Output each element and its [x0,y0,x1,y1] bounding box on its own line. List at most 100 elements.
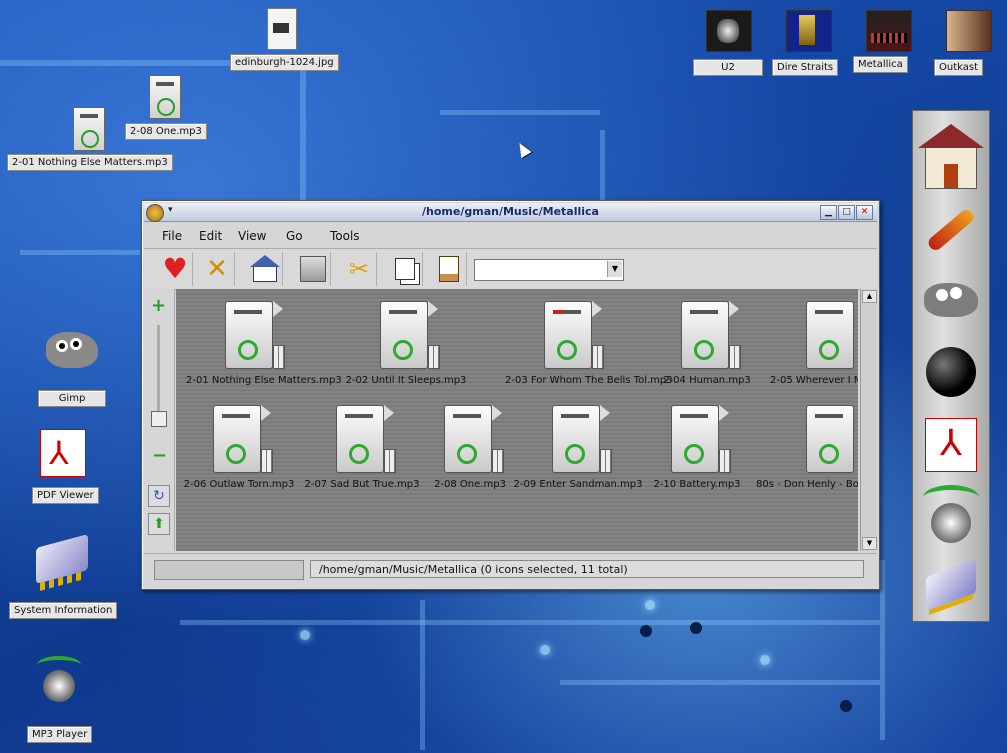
window-title: /home/gman/Music/Metallica [422,205,599,218]
audio-file-icon [796,301,858,373]
zoom-slider[interactable] [151,325,167,427]
mouse-cursor-icon [514,139,532,159]
file-icon[interactable]: 2-02 Until It Sleeps.mp3 [341,301,471,386]
launcher-mp3-player[interactable]: MP3 Player [25,652,97,747]
file-icon[interactable]: 2-05 Wherever I Ma [768,301,858,386]
album-cover-icon [866,10,912,52]
desktop-file-label: edinburgh-1024.jpg [230,54,339,71]
refresh-icon[interactable]: ↻ [148,485,170,507]
dock-gecko[interactable] [917,201,985,259]
audio-file-icon [434,405,506,477]
status-progress [154,560,304,580]
combo-dropdown-icon[interactable]: ▼ [607,261,622,277]
album-outkast[interactable]: Outkast [934,10,1004,80]
cut-button[interactable]: ✂ [342,252,377,286]
menu-bar: File Edit View Go Tools [144,223,877,247]
minimize-button[interactable]: ▁ [820,205,837,220]
vertical-scrollbar[interactable]: ▲ ▼ [860,289,877,551]
album-label: Metallica [853,56,908,73]
copy-button[interactable] [388,252,423,286]
desktop-file-mp3[interactable]: 2-01 Nothing Else Matters.mp3 [7,107,173,175]
pdf-icon: ⅄ [925,418,977,472]
audio-file-icon [671,301,743,373]
pdf-icon: ⅄ [40,429,86,477]
launcher-label: MP3 Player [27,726,93,743]
launcher-label: Gimp [38,390,106,407]
bookmark-button[interactable]: ♥ [158,252,193,286]
speaker-icon [33,656,85,708]
file-icon[interactable]: 2-04 Human.mp3 [642,301,772,386]
menu-view[interactable]: View [238,229,266,243]
bomb-icon [926,347,976,397]
file-manager-window: ▾ /home/gman/Music/Metallica ▁ □ ✕ File … [141,200,880,590]
file-name: 2-03 For Whom The Bells Tol.mp3 [505,375,673,386]
chip-icon [36,534,88,591]
album-dire-straits[interactable]: Dire Straits [772,10,844,80]
album-u2[interactable]: U2 [693,10,763,80]
home-button[interactable] [248,252,283,286]
album-label: Outkast [934,59,984,76]
menu-edit[interactable]: Edit [199,229,222,243]
launcher-pdf-viewer[interactable]: ⅄ PDF Viewer [32,425,104,510]
album-label: Dire Straits [772,59,839,76]
audio-file-icon [542,405,614,477]
title-bar[interactable]: ▾ /home/gman/Music/Metallica ▁ □ ✕ [144,203,877,222]
audio-file-icon [370,301,442,373]
chip-icon [926,558,976,612]
file-icon[interactable]: 2-03 For Whom The Bells Tol.mp3 [505,301,673,386]
home-icon [250,255,280,282]
file-icon[interactable]: 2-10 Battery.mp3 [632,405,762,490]
file-icon[interactable]: 2-06 Outlaw Torn.mp3 [174,405,304,490]
terminal-icon [300,256,326,282]
dock-mp3-player[interactable] [917,485,985,545]
file-icon[interactable]: 2-09 Enter Sandman.mp3 [513,405,643,490]
file-name: 2-10 Battery.mp3 [653,479,741,490]
album-metallica[interactable]: Metallica [853,10,923,80]
copy-icon [395,258,415,280]
paste-button[interactable] [432,252,467,286]
dock-bomb[interactable] [917,343,985,401]
file-icon[interactable]: 80s - Don Henly - Bo [754,405,858,490]
dock-home[interactable] [917,124,985,189]
scroll-up-icon[interactable]: ▲ [862,290,877,303]
menu-go[interactable]: Go [286,229,303,243]
menu-file[interactable]: File [162,229,182,243]
cancel-button[interactable]: ✕ [200,252,235,286]
parent-folder-icon[interactable]: ⬆ [148,513,170,535]
zoom-in-icon[interactable]: + [151,295,166,316]
toolbar: ♥ ✕ ✂ ▼ [144,248,877,290]
dock-gimp[interactable] [917,271,985,329]
dock-pdf-viewer[interactable]: ⅄ [917,416,985,474]
zoom-out-icon[interactable]: − [152,445,167,466]
album-cover-icon [706,10,752,52]
maximize-button[interactable]: □ [838,205,855,220]
audio-file-icon [215,301,287,373]
launcher-system-information[interactable]: System Information [8,534,118,623]
launcher-label: System Information [9,602,118,619]
scroll-down-icon[interactable]: ▼ [862,537,877,550]
audio-file-icon [534,301,606,373]
audio-file-icon [796,405,858,477]
audio-file-icon [73,107,105,151]
gecko-icon [925,207,977,253]
path-combo-box[interactable]: ▼ [474,259,624,281]
terminal-button[interactable] [296,252,331,286]
launcher-gimp[interactable]: Gimp [36,326,108,412]
close-button[interactable]: ✕ [856,205,873,220]
file-name: 80s - Don Henly - Bo [756,479,858,490]
status-text: /home/gman/Music/Metallica (0 icons sele… [310,560,864,578]
heart-icon: ♥ [162,252,188,285]
desktop-file-label: 2-01 Nothing Else Matters.mp3 [7,154,173,171]
file-icon[interactable]: 2-01 Nothing Else Matters.mp3 [186,301,342,386]
launcher-dock: ⅄ [912,110,990,622]
dock-system-information[interactable] [917,556,985,614]
paste-icon [439,256,459,282]
gimp-icon [46,332,98,368]
cancel-icon: ✕ [206,254,228,284]
menu-tools[interactable]: Tools [330,229,360,243]
speaker-icon [921,485,981,545]
album-cover-icon [946,10,992,52]
zoom-slider-handle[interactable] [151,411,167,427]
desktop-file-jpg[interactable]: edinburgh-1024.jpg [230,8,339,76]
file-name: 2-02 Until It Sleeps.mp3 [345,375,467,386]
